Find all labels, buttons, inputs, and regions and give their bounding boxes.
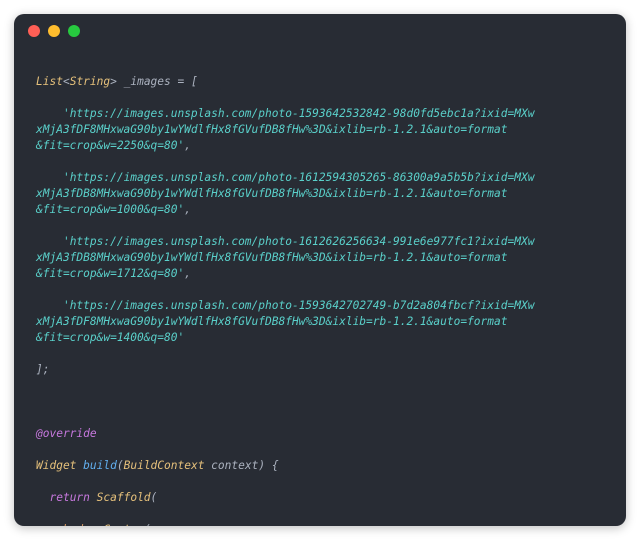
code-line: body: Center( (36, 522, 608, 526)
code-line: @override (36, 426, 608, 442)
string-token: 'https://images.unsplash.com/photo-16126… (36, 235, 534, 280)
code-line: List<String> _images = [ (36, 74, 608, 90)
keyword-token: @override (36, 427, 97, 440)
identifier-token: _images (124, 75, 171, 88)
class-token: Scaffold (97, 491, 151, 504)
code-line: ]; (36, 362, 608, 378)
function-token: build (83, 459, 117, 472)
property-token: body (63, 523, 90, 526)
code-window: List<String> _images = [ 'https://images… (14, 14, 626, 526)
code-area: List<String> _images = [ 'https://images… (36, 58, 608, 512)
type-token: BuildContext (124, 459, 205, 472)
code-line: 'https://images.unsplash.com/photo-15936… (36, 106, 608, 154)
zoom-icon[interactable] (68, 25, 80, 37)
type-token: Widget (36, 459, 76, 472)
type-token: List (36, 75, 63, 88)
close-icon[interactable] (28, 25, 40, 37)
keyword-token: return (49, 491, 89, 504)
code-line: 'https://images.unsplash.com/photo-16125… (36, 170, 608, 218)
string-token: 'https://images.unsplash.com/photo-15936… (36, 299, 534, 344)
code-line (36, 394, 608, 410)
minimize-icon[interactable] (48, 25, 60, 37)
string-token: 'https://images.unsplash.com/photo-15936… (36, 107, 534, 152)
string-token: 'https://images.unsplash.com/photo-16125… (36, 171, 534, 216)
code-line: 'https://images.unsplash.com/photo-16126… (36, 234, 608, 282)
code-line: 'https://images.unsplash.com/photo-15936… (36, 298, 608, 346)
type-token: String (70, 75, 110, 88)
class-token: Center (103, 523, 143, 526)
code-line: Widget build(BuildContext context) { (36, 458, 608, 474)
window-titlebar (14, 14, 626, 48)
code-line: return Scaffold( (36, 490, 608, 506)
